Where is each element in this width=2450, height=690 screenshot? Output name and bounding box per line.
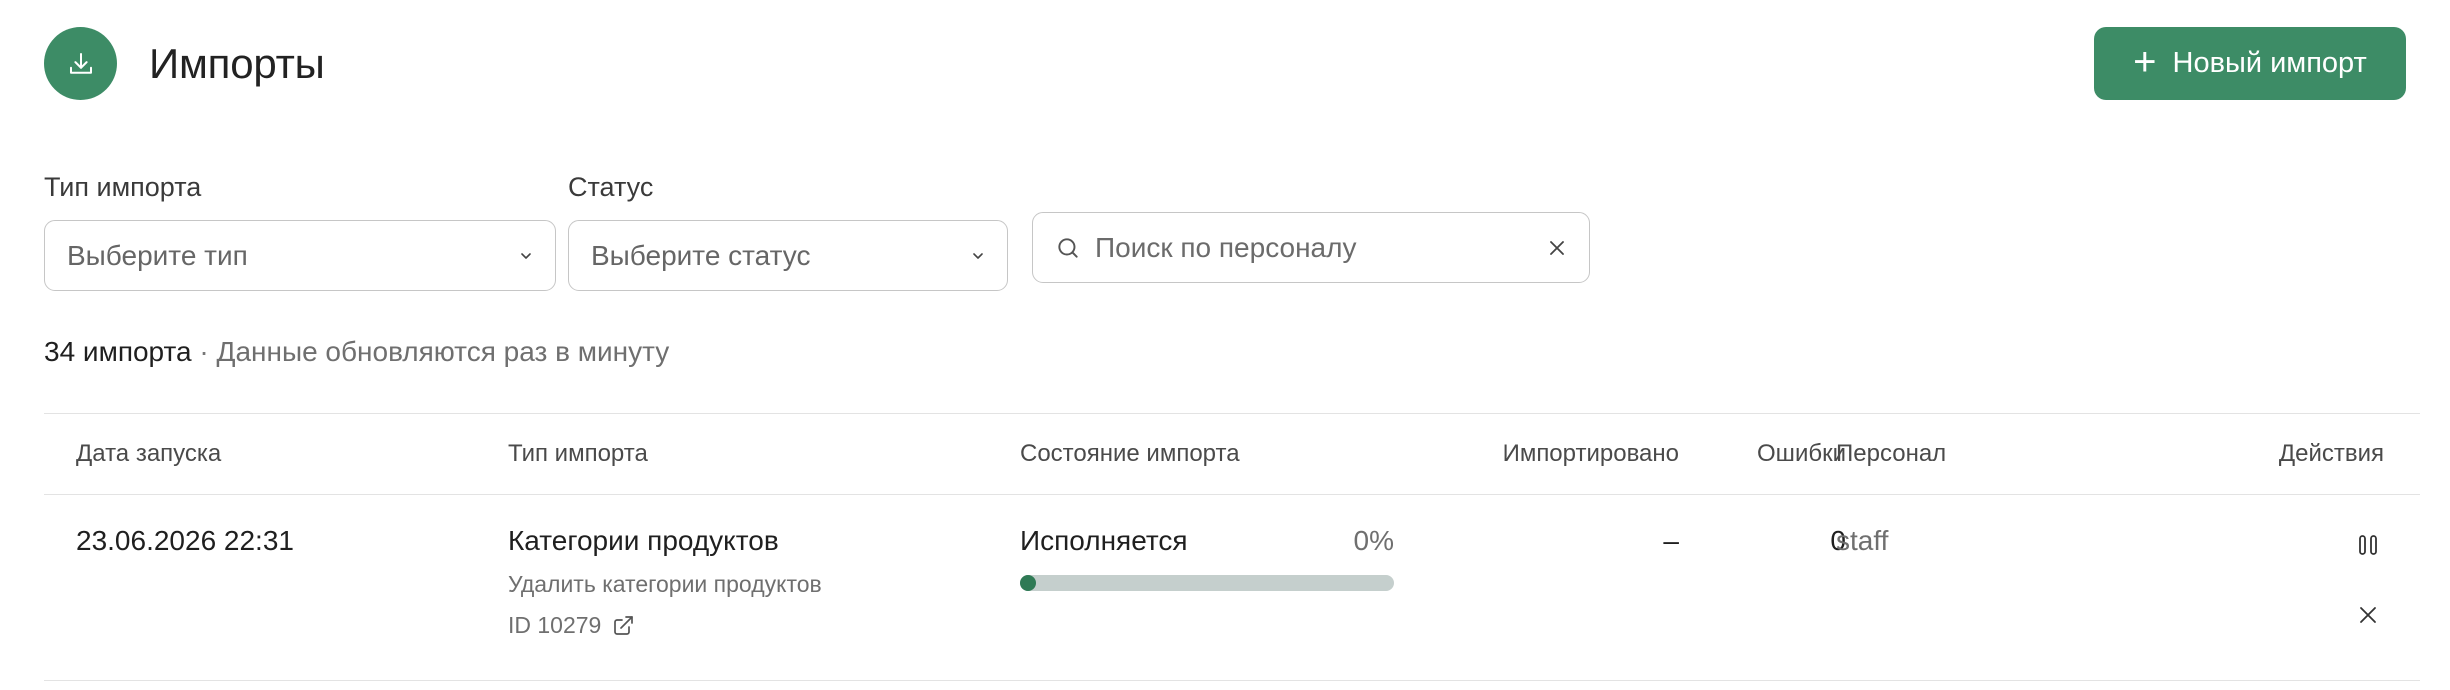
summary-separator: · bbox=[199, 336, 209, 367]
clear-search-icon[interactable] bbox=[1547, 238, 1567, 258]
row-id-link[interactable]: ID 10279 bbox=[508, 612, 822, 639]
plus-icon: + bbox=[2133, 39, 2157, 84]
pause-icon bbox=[2359, 535, 2377, 555]
type-filter-label: Тип импорта bbox=[44, 172, 202, 202]
row-imported: – bbox=[1663, 525, 1679, 556]
row-type-subtitle: Удалить категории продуктов bbox=[508, 571, 822, 597]
table-row: 23.06.2026 22:31 Категории продуктов Уда… bbox=[44, 495, 2420, 681]
imports-table: Дата запуска Тип импорта Состояние импор… bbox=[44, 413, 2420, 681]
imports-page: Импорты + Новый импорт Тип импорта Выбер… bbox=[0, 0, 2450, 690]
row-state-text: Исполняется bbox=[1020, 525, 1188, 556]
column-state: Состояние импорта bbox=[1020, 440, 1240, 467]
row-progress-fill bbox=[1020, 575, 1036, 591]
column-staff: Персонал bbox=[1836, 440, 1947, 467]
column-date: Дата запуска bbox=[76, 440, 222, 467]
close-icon bbox=[2360, 607, 2376, 623]
imports-summary: 34 импорта · Данные обновляются раз в ми… bbox=[44, 336, 669, 368]
row-progress-text: 0% bbox=[1353, 525, 1394, 556]
status-filter-label: Статус bbox=[568, 172, 654, 202]
title-wrap: Импорты bbox=[44, 27, 325, 100]
row-progress-bar bbox=[1020, 575, 1394, 591]
row-type-name: Категории продуктов bbox=[508, 525, 779, 556]
filters-bar: Тип импорта Выберите тип Статус Выберите… bbox=[44, 168, 2406, 291]
external-link-icon[interactable] bbox=[611, 614, 635, 638]
page-title: Импорты bbox=[149, 39, 325, 87]
column-type: Тип импорта bbox=[508, 440, 648, 467]
table-header: Дата запуска Тип импорта Состояние импор… bbox=[44, 413, 2420, 495]
search-icon bbox=[1058, 237, 1078, 258]
chevron-down-icon bbox=[521, 252, 531, 259]
type-filter-group: Тип импорта Выберите тип bbox=[44, 168, 556, 291]
row-date: 23.06.2026 22:31 bbox=[76, 525, 294, 556]
staff-search-box[interactable] bbox=[1032, 212, 1590, 283]
imports-count: 34 импорта bbox=[44, 336, 192, 367]
row-errors: 0 bbox=[1830, 525, 1846, 556]
row-id-label: ID 10279 bbox=[508, 612, 602, 638]
column-imported: Импортировано bbox=[1502, 440, 1679, 467]
column-errors: Ошибки bbox=[1757, 440, 1846, 467]
new-import-button[interactable]: + Новый импорт bbox=[2094, 27, 2406, 100]
new-import-label: Новый импорт bbox=[2172, 47, 2367, 79]
status-select[interactable]: Выберите статус bbox=[568, 220, 1008, 291]
row-staff: staff bbox=[1836, 525, 1889, 556]
staff-search-input[interactable] bbox=[1095, 231, 1533, 264]
page-header: Импорты + Новый импорт bbox=[44, 27, 2406, 100]
row-state-line: Исполняется 0% bbox=[1020, 525, 1394, 557]
pause-button[interactable] bbox=[2352, 529, 2384, 561]
status-filter-group: Статус Выберите статус bbox=[568, 168, 1008, 291]
row-actions bbox=[2352, 529, 2384, 631]
cancel-import-button[interactable] bbox=[2352, 599, 2384, 631]
status-select-placeholder: Выберите статус bbox=[591, 239, 811, 271]
refresh-note: Данные обновляются раз в минуту bbox=[216, 336, 670, 367]
type-select-placeholder: Выберите тип bbox=[67, 239, 248, 271]
type-select[interactable]: Выберите тип bbox=[44, 220, 556, 291]
download-icon bbox=[44, 27, 117, 100]
row-type-cell: Категории продуктов Удалить категории пр… bbox=[508, 525, 822, 639]
chevron-down-icon bbox=[973, 252, 983, 259]
column-actions: Действия bbox=[2278, 440, 2384, 467]
row-state-cell: Исполняется 0% bbox=[1020, 525, 1394, 591]
